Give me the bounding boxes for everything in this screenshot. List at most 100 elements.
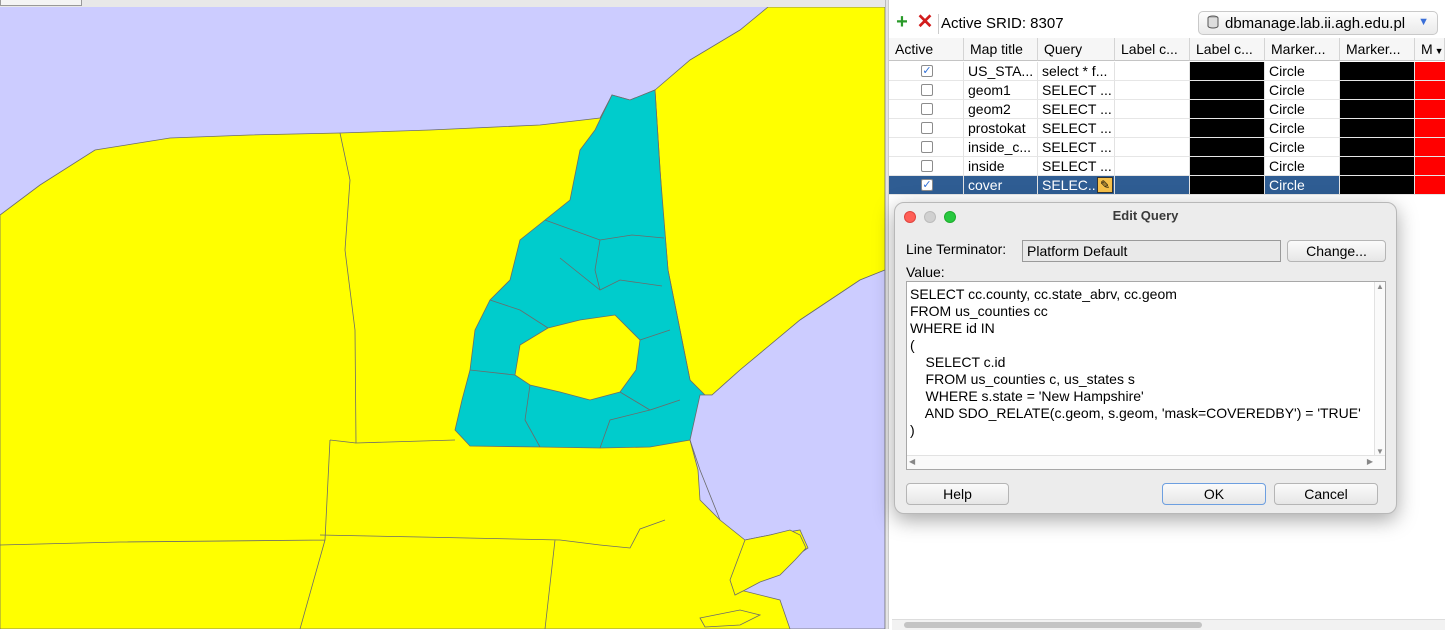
map-title-cell[interactable]: geom2 xyxy=(964,100,1038,119)
scroll-up-icon[interactable]: ▲ xyxy=(1376,282,1384,291)
chevron-down-icon: ▼ xyxy=(1418,16,1429,28)
table-row[interactable]: inside SELECT ... Circle xyxy=(889,157,1445,176)
col-header-marker-2[interactable]: Marker... xyxy=(1340,38,1415,61)
chevron-down-icon: ▼ xyxy=(1434,46,1444,56)
table-row[interactable]: geom2 SELECT ... Circle xyxy=(889,100,1445,119)
help-button[interactable]: Help xyxy=(906,483,1009,505)
marker-color-swatch[interactable] xyxy=(1340,62,1415,81)
last-color-swatch[interactable] xyxy=(1415,176,1445,195)
active-cell[interactable] xyxy=(889,81,964,100)
ok-button[interactable]: OK xyxy=(1162,483,1266,505)
active-cell[interactable]: ✓ xyxy=(889,176,964,195)
query-cell[interactable]: SELECT ... xyxy=(1038,81,1115,100)
col-header-map-title[interactable]: Map title xyxy=(964,38,1038,61)
query-cell[interactable]: SELECT ... xyxy=(1038,100,1115,119)
table-row[interactable]: geom1 SELECT ... Circle xyxy=(889,81,1445,100)
connection-dropdown[interactable]: dbmanage.lab.ii.agh.edu.pl ▼ xyxy=(1198,11,1438,35)
horizontal-scrollbar[interactable]: ◀ ▶ xyxy=(907,455,1385,469)
label-color-swatch[interactable] xyxy=(1190,62,1265,81)
active-cell[interactable] xyxy=(889,119,964,138)
vertical-scrollbar[interactable]: ▲ ▼ xyxy=(1374,282,1385,456)
query-text-area[interactable]: SELECT cc.county, cc.state_abrv, cc.geom… xyxy=(906,281,1386,470)
label-color-cell[interactable] xyxy=(1115,119,1190,138)
last-color-swatch[interactable] xyxy=(1415,138,1445,157)
label-color-cell[interactable] xyxy=(1115,157,1190,176)
scroll-left-icon[interactable]: ◀ xyxy=(909,457,915,466)
label-color-swatch[interactable] xyxy=(1190,100,1265,119)
marker-color-swatch[interactable] xyxy=(1340,176,1415,195)
marker-shape-cell[interactable]: Circle xyxy=(1265,81,1340,100)
active-cell[interactable]: ✓ xyxy=(889,62,964,81)
marker-color-swatch[interactable] xyxy=(1340,157,1415,176)
active-checkbox[interactable] xyxy=(921,84,933,96)
col-header-query[interactable]: Query xyxy=(1038,38,1115,61)
query-cell[interactable]: SELECT ... xyxy=(1038,157,1115,176)
cancel-button[interactable]: Cancel xyxy=(1274,483,1378,505)
plus-icon[interactable]: + xyxy=(893,12,911,32)
table-row[interactable]: ✓ cover SELEC... ✎ Circle xyxy=(889,176,1445,195)
map-tab[interactable] xyxy=(0,0,82,6)
last-color-swatch[interactable] xyxy=(1415,81,1445,100)
marker-color-swatch[interactable] xyxy=(1340,100,1415,119)
query-cell[interactable]: SELECT ... xyxy=(1038,119,1115,138)
active-checkbox[interactable] xyxy=(921,103,933,115)
col-header-m[interactable]: M ▼ xyxy=(1415,38,1445,61)
label-color-cell[interactable] xyxy=(1115,138,1190,157)
table-row[interactable]: ✓ US_STA... select * f... Circle xyxy=(889,62,1445,81)
marker-shape-cell[interactable]: Circle xyxy=(1265,138,1340,157)
label-color-cell[interactable] xyxy=(1115,100,1190,119)
active-checkbox[interactable] xyxy=(921,141,933,153)
scroll-right-icon[interactable]: ▶ xyxy=(1367,457,1373,466)
scrollbar-thumb[interactable] xyxy=(904,622,1202,628)
col-header-active[interactable]: Active xyxy=(889,38,964,61)
label-color-swatch[interactable] xyxy=(1190,176,1265,195)
table-row[interactable]: inside_c... SELECT ... Circle xyxy=(889,138,1445,157)
marker-shape-cell[interactable]: Circle xyxy=(1265,100,1340,119)
label-color-cell[interactable] xyxy=(1115,62,1190,81)
query-cell[interactable]: SELECT ... xyxy=(1038,138,1115,157)
marker-shape-cell[interactable]: Circle xyxy=(1265,176,1340,195)
label-color-swatch[interactable] xyxy=(1190,81,1265,100)
close-icon[interactable]: ✕ xyxy=(916,12,934,32)
label-color-cell[interactable] xyxy=(1115,81,1190,100)
label-color-swatch[interactable] xyxy=(1190,119,1265,138)
col-header-marker-1[interactable]: Marker... xyxy=(1265,38,1340,61)
map-title-cell[interactable]: US_STA... xyxy=(964,62,1038,81)
map-title-cell[interactable]: geom1 xyxy=(964,81,1038,100)
map-canvas[interactable] xyxy=(0,7,885,629)
col-header-label-color-1[interactable]: Label c... xyxy=(1115,38,1190,61)
table-row[interactable]: prostokat SELECT ... Circle xyxy=(889,119,1445,138)
active-checkbox[interactable]: ✓ xyxy=(921,179,933,191)
map-title-cell[interactable]: inside xyxy=(964,157,1038,176)
marker-shape-cell[interactable]: Circle xyxy=(1265,119,1340,138)
marker-color-swatch[interactable] xyxy=(1340,138,1415,157)
change-button[interactable]: Change... xyxy=(1287,240,1386,262)
marker-color-swatch[interactable] xyxy=(1340,119,1415,138)
label-color-swatch[interactable] xyxy=(1190,138,1265,157)
marker-shape-cell[interactable]: Circle xyxy=(1265,62,1340,81)
map-title-cell[interactable]: inside_c... xyxy=(964,138,1038,157)
last-color-swatch[interactable] xyxy=(1415,119,1445,138)
map-title-cell[interactable]: prostokat xyxy=(964,119,1038,138)
active-checkbox[interactable]: ✓ xyxy=(921,65,933,77)
last-color-swatch[interactable] xyxy=(1415,157,1445,176)
map-title-cell[interactable]: cover xyxy=(964,176,1038,195)
marker-shape-cell[interactable]: Circle xyxy=(1265,157,1340,176)
active-checkbox[interactable] xyxy=(921,160,933,172)
panel-horizontal-scrollbar[interactable] xyxy=(892,619,1445,630)
active-checkbox[interactable] xyxy=(921,122,933,134)
col-header-label-color-2[interactable]: Label c... xyxy=(1190,38,1265,61)
last-color-swatch[interactable] xyxy=(1415,62,1445,81)
active-cell[interactable] xyxy=(889,138,964,157)
query-cell[interactable]: SELEC... ✎ xyxy=(1038,176,1115,195)
last-color-swatch[interactable] xyxy=(1415,100,1445,119)
active-cell[interactable] xyxy=(889,100,964,119)
query-text[interactable]: SELECT cc.county, cc.state_abrv, cc.geom… xyxy=(910,286,1361,439)
label-color-swatch[interactable] xyxy=(1190,157,1265,176)
label-color-cell[interactable] xyxy=(1115,176,1190,195)
query-cell[interactable]: select * f... xyxy=(1038,62,1115,81)
pencil-icon[interactable]: ✎ xyxy=(1097,177,1113,193)
map-view[interactable] xyxy=(0,7,885,629)
active-cell[interactable] xyxy=(889,157,964,176)
marker-color-swatch[interactable] xyxy=(1340,81,1415,100)
